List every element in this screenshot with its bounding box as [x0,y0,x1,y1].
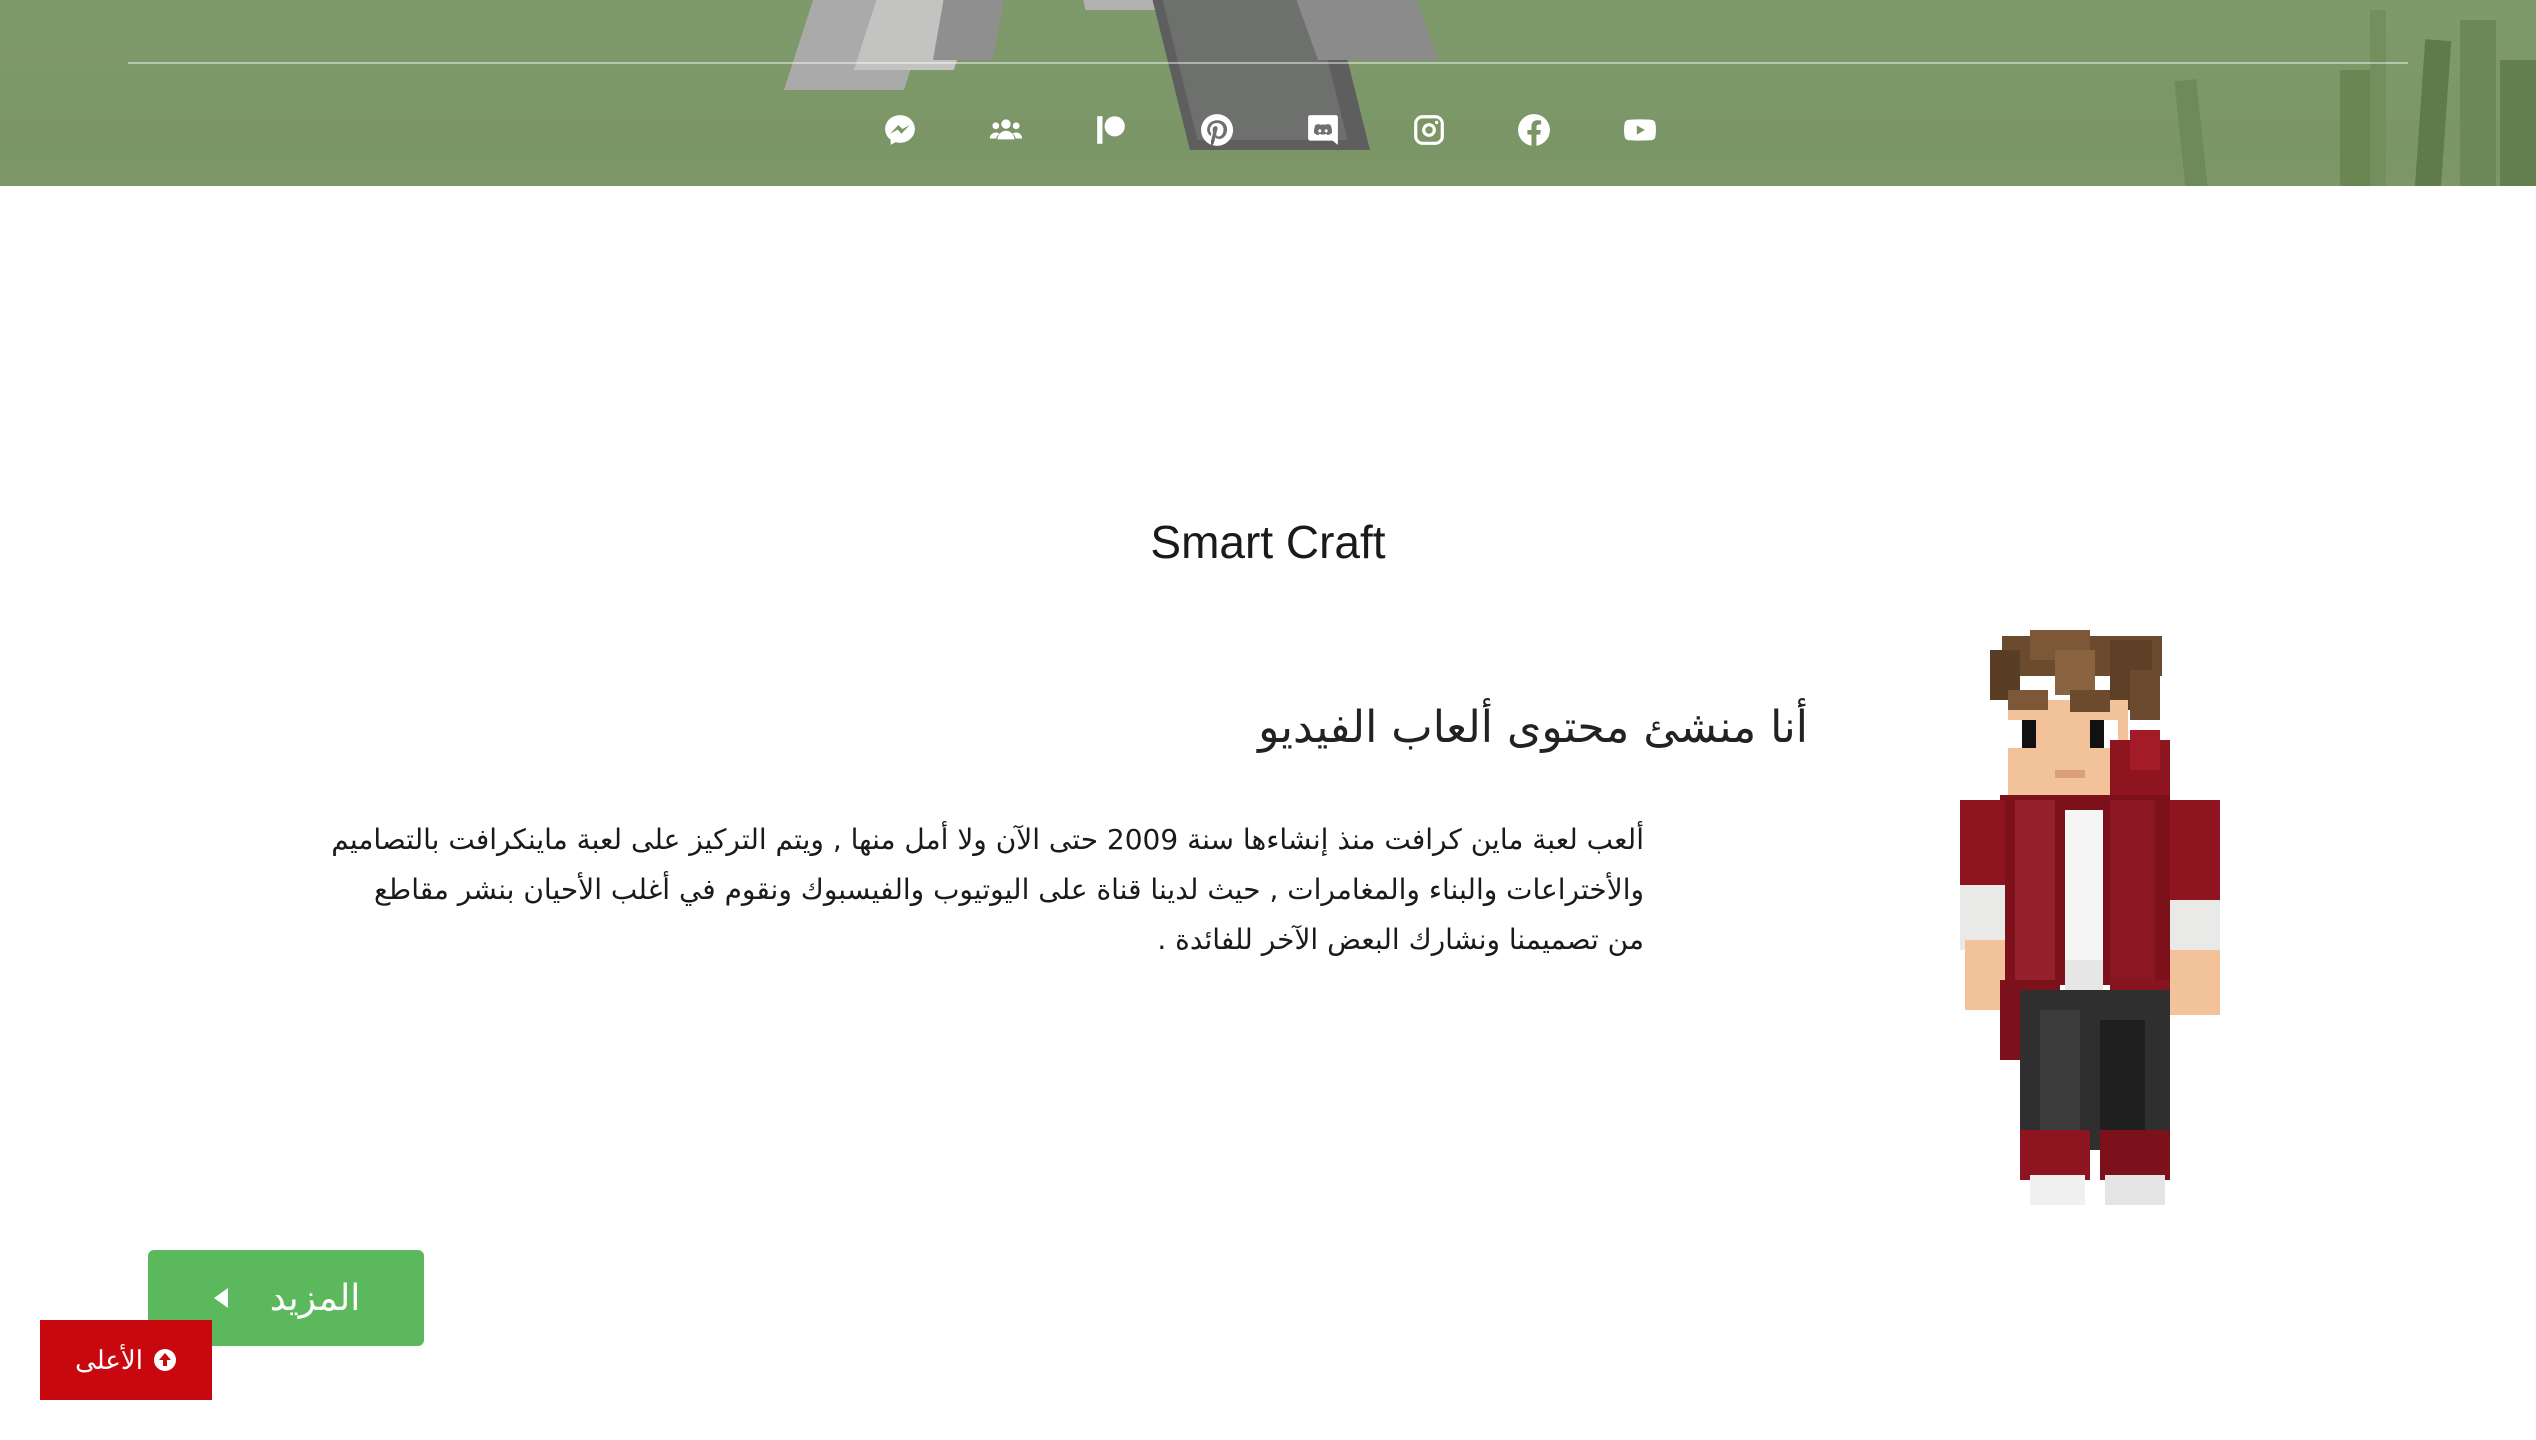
banner-grass [2460,20,2496,186]
messenger-icon[interactable] [880,110,920,150]
header-banner [0,0,2536,186]
group-icon[interactable] [986,110,1026,150]
instagram-icon[interactable] [1409,110,1449,150]
site-title: Smart Craft [1150,516,1386,568]
patreon-icon[interactable] [1091,110,1131,150]
banner-divider [128,62,2408,64]
about-line: ألعب لعبة ماين كرافت منذ إنشاءها سنة 200… [331,823,1644,856]
banner-grass [2370,10,2386,186]
about-headline: أنا منشئ محتوى ألعاب الفيديو [1258,702,1808,753]
about-line: والأختراعات والبناء والمغامرات , حيث لدي… [374,873,1644,906]
banner-grass [2500,60,2536,186]
more-button-label: المزيد [269,1277,361,1319]
back-to-top-button[interactable]: الأعلى [40,1320,212,1400]
youtube-icon[interactable] [1620,110,1660,150]
pinterest-icon[interactable] [1197,110,1237,150]
banner-block [932,0,1008,60]
arrow-up-circle-icon [153,1348,177,1372]
character-skin-image [1960,630,2260,1220]
discord-icon[interactable] [1303,110,1343,150]
about-line: من تصميمنا ونشارك البعض الآخر للفائدة . [1157,923,1644,956]
back-to-top-label: الأعلى [75,1344,143,1375]
banner-grass [2340,70,2370,186]
caret-left-icon [212,1287,230,1309]
facebook-icon[interactable] [1514,110,1554,150]
social-links [880,108,1660,152]
about-text: ألعب لعبة ماين كرافت منذ إنشاءها سنة 200… [330,815,1644,965]
